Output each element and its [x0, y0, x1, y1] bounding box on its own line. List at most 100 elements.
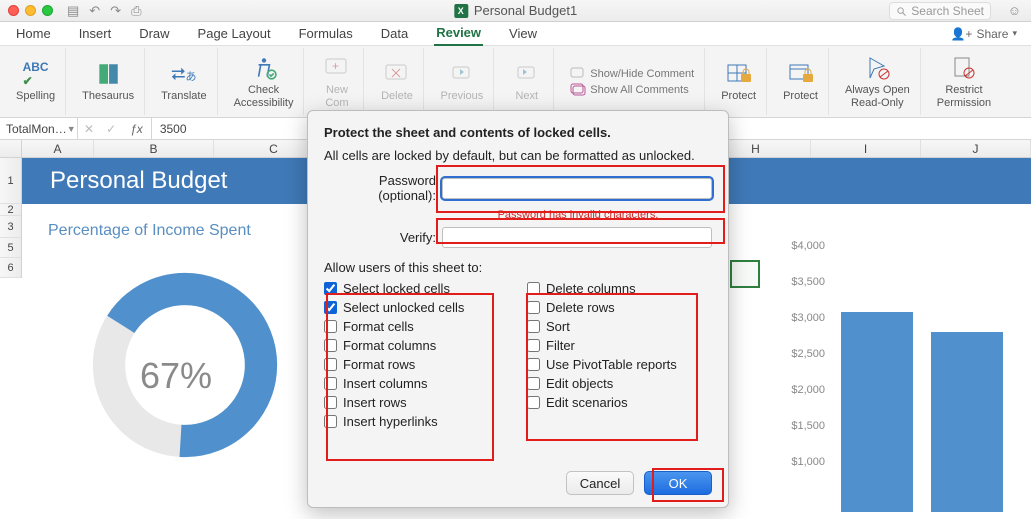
tab-draw[interactable]: Draw [137, 22, 171, 45]
permission-checkbox[interactable] [324, 301, 337, 314]
tick-2000: $2,000 [791, 384, 825, 420]
quick-access-toolbar: ▤ ↶ ↷ ⎙ [67, 3, 142, 19]
next-comment-button[interactable]: Next [500, 48, 554, 115]
permission-item[interactable]: Filter [527, 336, 712, 355]
tab-home[interactable]: Home [14, 22, 53, 45]
permission-item[interactable]: Use PivotTable reports [527, 355, 712, 374]
row-3[interactable]: 3 [0, 216, 21, 238]
translate-button[interactable]: ⮂あ Translate [151, 48, 217, 115]
protect-sheet-label: Protect [721, 90, 756, 102]
thesaurus-button[interactable]: Thesaurus [72, 48, 145, 115]
account-icon[interactable]: ☺ [1008, 3, 1021, 18]
row-5[interactable]: 5 [0, 238, 21, 258]
undo-icon[interactable]: ↶ [89, 3, 100, 19]
close-window-button[interactable] [8, 5, 19, 16]
delete-comment-label: Delete [381, 90, 413, 102]
permission-checkbox[interactable] [527, 301, 540, 314]
permission-checkbox[interactable] [324, 396, 337, 409]
permission-item[interactable]: Format cells [324, 317, 509, 336]
chevron-down-icon: ▼ [67, 124, 76, 134]
restrict-label: Restrict Permission [937, 84, 991, 108]
allow-users-label: Allow users of this sheet to: [324, 260, 712, 275]
show-all-comments-button[interactable]: Show All Comments [570, 83, 694, 97]
permission-checkbox[interactable] [527, 377, 540, 390]
permission-item[interactable]: Select unlocked cells [324, 298, 509, 317]
permission-label: Insert rows [343, 395, 407, 410]
check-accessibility-button[interactable]: Check Accessibility [224, 48, 305, 115]
always-open-readonly-button[interactable]: Always Open Read-Only [835, 48, 921, 115]
permission-item[interactable]: Format columns [324, 336, 509, 355]
verify-input[interactable] [442, 227, 712, 248]
tab-review[interactable]: Review [434, 21, 483, 46]
window-titlebar: ▤ ↶ ↷ ⎙ X Personal Budget1 Search Sheet … [0, 0, 1031, 22]
name-box[interactable]: TotalMon… ▼ [0, 118, 78, 139]
ok-button[interactable]: OK [644, 471, 712, 495]
minimize-window-button[interactable] [25, 5, 36, 16]
select-all-corner[interactable] [0, 140, 22, 157]
row-2[interactable]: 2 [0, 204, 21, 216]
permission-checkbox[interactable] [324, 320, 337, 333]
permission-item[interactable]: Insert rows [324, 393, 509, 412]
zoom-window-button[interactable] [42, 5, 53, 16]
permission-label: Delete columns [546, 281, 636, 296]
save-icon[interactable]: ▤ [67, 3, 79, 19]
share-button[interactable]: 👤+ Share ▾ [950, 27, 1017, 41]
permission-item[interactable]: Delete columns [527, 279, 712, 298]
tab-view[interactable]: View [507, 22, 539, 45]
protect-sheet-button[interactable]: Protect [711, 48, 767, 115]
permission-item[interactable]: Edit scenarios [527, 393, 712, 412]
permission-checkbox[interactable] [527, 282, 540, 295]
fx-icon[interactable]: ƒx [122, 118, 152, 139]
permission-checkbox[interactable] [527, 396, 540, 409]
permission-checkbox[interactable] [324, 415, 337, 428]
previous-comment-button[interactable]: Previous [430, 48, 494, 115]
search-sheet-box[interactable]: Search Sheet [889, 2, 991, 20]
tab-data[interactable]: Data [379, 22, 410, 45]
permission-item[interactable]: Select locked cells [324, 279, 509, 298]
show-hide-comment-button[interactable]: Show/Hide Comment [570, 67, 694, 81]
share-label: Share [976, 27, 1008, 41]
next-icon [513, 60, 541, 88]
permission-item[interactable]: Insert hyperlinks [324, 412, 509, 431]
row-1[interactable]: 1 [0, 158, 21, 204]
bar-1 [841, 312, 913, 512]
cancel-entry-icon[interactable]: ✕ [78, 122, 100, 136]
confirm-entry-icon[interactable]: ✓ [100, 122, 122, 136]
permission-checkbox[interactable] [527, 320, 540, 333]
permission-checkbox[interactable] [324, 282, 337, 295]
permission-checkbox[interactable] [324, 339, 337, 352]
translate-label: Translate [161, 90, 206, 102]
permission-item[interactable]: Insert columns [324, 374, 509, 393]
col-i[interactable]: I [811, 140, 921, 157]
permission-item[interactable]: Delete rows [527, 298, 712, 317]
formula-value[interactable]: 3500 [152, 122, 195, 136]
tab-page-layout[interactable]: Page Layout [196, 22, 273, 45]
permission-checkbox[interactable] [324, 377, 337, 390]
permission-checkbox[interactable] [527, 339, 540, 352]
dialog-title: Protect the sheet and contents of locked… [324, 125, 712, 140]
permission-item[interactable]: Format rows [324, 355, 509, 374]
tab-formulas[interactable]: Formulas [297, 22, 355, 45]
permission-checkbox[interactable] [324, 358, 337, 371]
permission-item[interactable]: Edit objects [527, 374, 712, 393]
redo-icon[interactable]: ↷ [110, 3, 121, 19]
row-6[interactable]: 6 [0, 258, 21, 278]
permission-label: Delete rows [546, 300, 615, 315]
col-a[interactable]: A [22, 140, 94, 157]
permission-checkbox[interactable] [527, 358, 540, 371]
new-comment-button[interactable]: + New Com [310, 48, 364, 115]
spelling-button[interactable]: ABC✔ Spelling [6, 48, 66, 115]
password-label: Password (optional): [324, 173, 442, 203]
delete-comment-button[interactable]: Delete [370, 48, 424, 115]
password-input[interactable] [442, 178, 712, 199]
tab-insert[interactable]: Insert [77, 22, 114, 45]
row-headers: 1 2 3 5 6 [0, 158, 22, 278]
restrict-permission-button[interactable]: Restrict Permission [927, 48, 1001, 115]
col-j[interactable]: J [921, 140, 1031, 157]
permission-item[interactable]: Sort [527, 317, 712, 336]
col-b[interactable]: B [94, 140, 214, 157]
print-icon[interactable]: ⎙ [131, 3, 141, 19]
protect-workbook-button[interactable]: Protect [773, 48, 829, 115]
cancel-button[interactable]: Cancel [566, 471, 634, 495]
tick-2500: $2,500 [791, 348, 825, 384]
